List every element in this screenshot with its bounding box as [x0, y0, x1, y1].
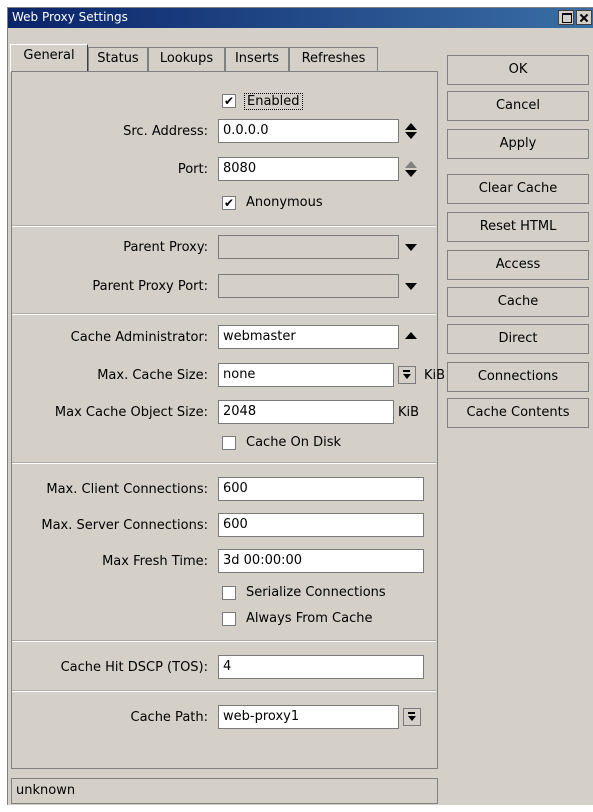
max-cache-object-size-label: Max Cache Object Size: [54, 405, 208, 420]
src-address-label: Src. Address: [123, 124, 208, 139]
tab-refreshes[interactable]: Refreshes [289, 47, 378, 71]
max-client-connections-field[interactable]: 600 [218, 477, 424, 501]
tab-general[interactable]: General [10, 44, 88, 72]
max-client-connections-label: Max. Client Connections: [46, 482, 208, 497]
separator [12, 690, 436, 692]
window-title: Web Proxy Settings [12, 10, 128, 24]
enabled-label: Enabled [244, 93, 303, 110]
separator [12, 640, 436, 642]
always-from-cache-checkbox[interactable] [222, 612, 236, 626]
title-bar[interactable]: Web Proxy Settings [8, 8, 593, 28]
src-address-field[interactable]: 0.0.0.0 [218, 119, 399, 143]
port-label: Port: [177, 162, 208, 177]
max-cache-size-dropdown-icon[interactable] [398, 366, 416, 384]
parent-proxy-port-field[interactable] [218, 274, 399, 298]
collapse-arrow-icon[interactable] [405, 332, 417, 339]
dropdown-arrow-icon[interactable] [405, 283, 417, 290]
spin-up-icon[interactable] [405, 123, 417, 130]
spin-down-icon[interactable] [405, 132, 417, 139]
max-cache-object-size-unit: KiB [398, 405, 420, 420]
serialize-connections-label: Serialize Connections [246, 585, 386, 600]
dropdown-arrow-icon[interactable] [405, 244, 417, 251]
tab-lookups[interactable]: Lookups [148, 47, 225, 71]
spin-up-icon[interactable] [405, 161, 417, 168]
cache-on-disk-checkbox[interactable] [222, 436, 236, 450]
parent-proxy-field[interactable] [218, 235, 399, 259]
cache-path-label: Cache Path: [130, 710, 209, 725]
max-server-connections-label: Max. Server Connections: [41, 518, 208, 533]
max-fresh-time-label: Max Fresh Time: [102, 554, 208, 569]
cache-administrator-field[interactable]: webmaster [218, 325, 399, 349]
apply-button[interactable]: Apply [447, 129, 589, 159]
max-server-connections-field[interactable]: 600 [218, 513, 424, 537]
direct-button[interactable]: Direct [447, 324, 589, 354]
tab-inserts[interactable]: Inserts [225, 47, 289, 71]
anonymous-label: Anonymous [246, 195, 323, 210]
max-cache-size-label: Max. Cache Size: [97, 368, 208, 383]
maximize-icon[interactable] [558, 10, 574, 25]
close-icon[interactable] [576, 10, 592, 25]
cache-hit-dscp-label: Cache Hit DSCP (TOS): [60, 660, 208, 675]
cache-on-disk-label: Cache On Disk [246, 435, 342, 450]
cache-contents-button[interactable]: Cache Contents [447, 398, 589, 428]
cache-administrator-label: Cache Administrator: [70, 330, 208, 345]
status-bar: unknown [11, 778, 438, 804]
reset-html-button[interactable]: Reset HTML [447, 212, 589, 242]
port-field[interactable]: 8080 [218, 157, 399, 181]
separator [12, 462, 436, 464]
serialize-connections-checkbox[interactable] [222, 586, 236, 600]
max-fresh-time-field[interactable]: 3d 00:00:00 [218, 549, 424, 573]
parent-proxy-label: Parent Proxy: [123, 240, 208, 255]
ok-button[interactable]: OK [447, 55, 589, 85]
separator [12, 225, 436, 227]
cache-path-dropdown-icon[interactable] [403, 708, 421, 726]
connections-button[interactable]: Connections [447, 362, 589, 392]
anonymous-checkbox[interactable]: ✔ [222, 196, 236, 210]
separator [12, 313, 436, 315]
max-cache-object-size-field[interactable]: 2048 [218, 400, 394, 424]
spin-down-icon[interactable] [405, 170, 417, 177]
always-from-cache-label: Always From Cache [246, 611, 373, 626]
parent-proxy-port-label: Parent Proxy Port: [92, 279, 208, 294]
clear-cache-button[interactable]: Clear Cache [447, 174, 589, 204]
cache-path-field[interactable]: web-proxy1 [218, 705, 399, 729]
tab-status[interactable]: Status [88, 47, 148, 71]
max-cache-size-field[interactable]: none [218, 363, 394, 387]
enabled-checkbox[interactable]: ✔ [222, 94, 236, 108]
cache-button[interactable]: Cache [447, 287, 589, 317]
cancel-button[interactable]: Cancel [447, 91, 589, 121]
cache-hit-dscp-field[interactable]: 4 [218, 655, 424, 679]
access-button[interactable]: Access [447, 250, 589, 280]
max-cache-size-unit: KiB [424, 368, 446, 383]
